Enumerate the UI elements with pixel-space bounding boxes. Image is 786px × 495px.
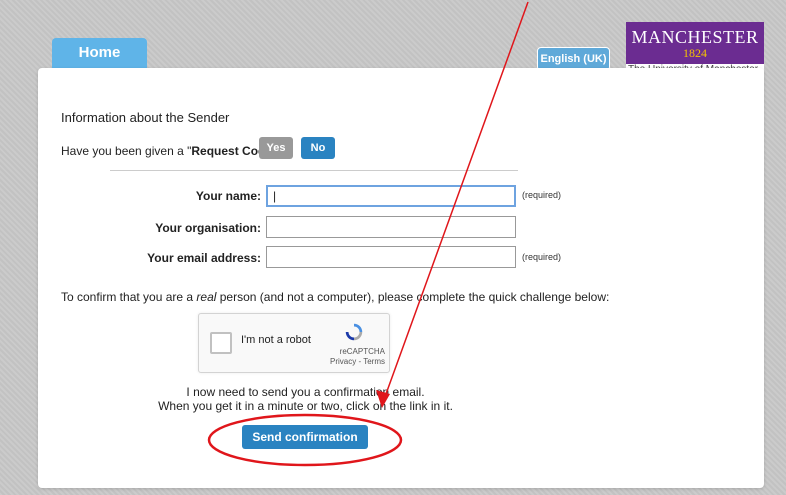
annotation-arrowhead <box>376 390 390 408</box>
annotation-circle <box>207 413 403 467</box>
annotation-arrow-line <box>381 1 529 406</box>
annotation-overlay <box>207 1 529 467</box>
